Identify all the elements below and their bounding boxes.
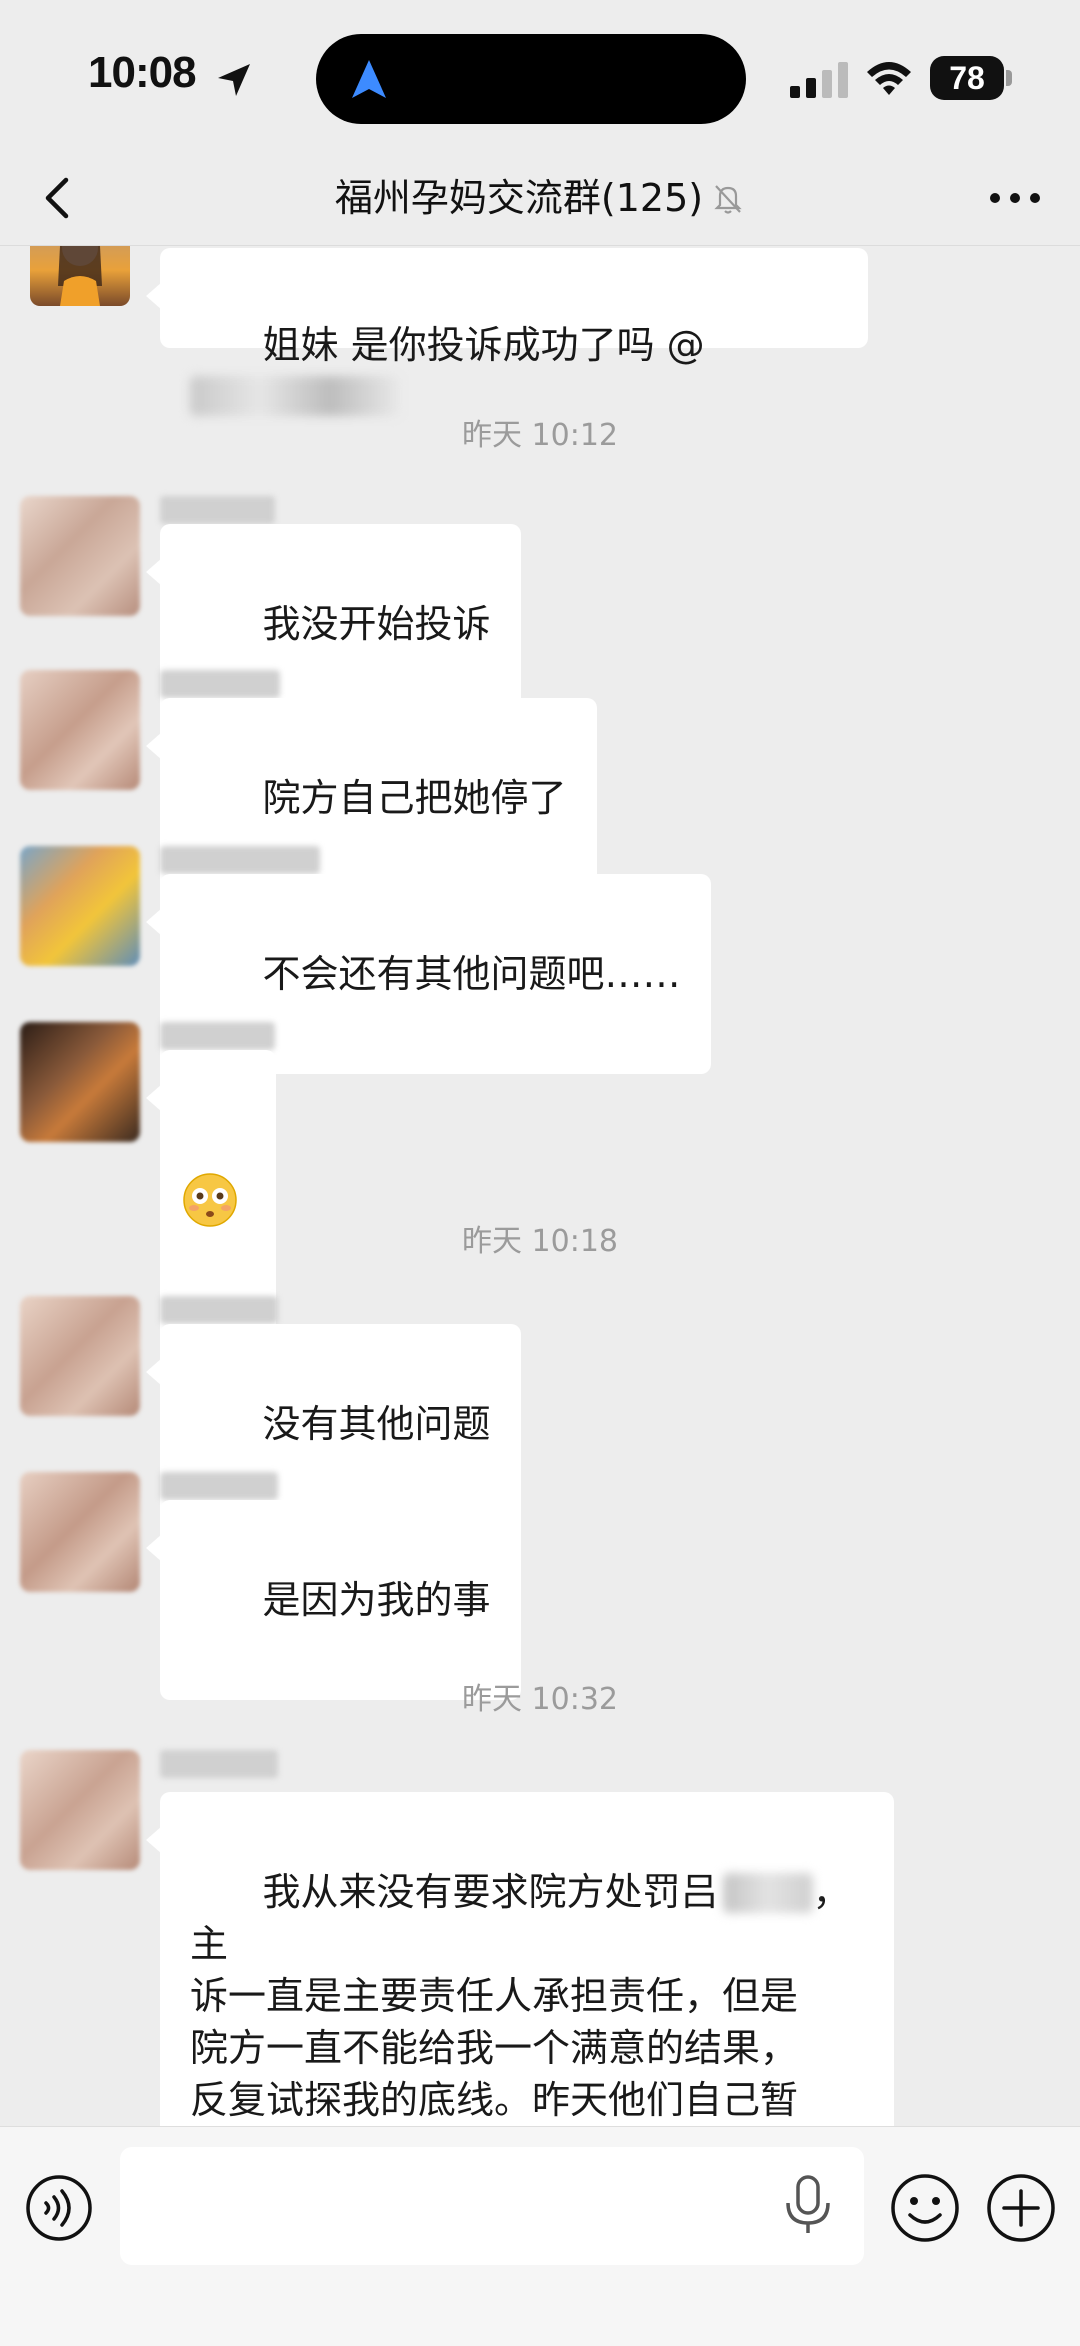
timestamp: 昨天 10:12 — [462, 418, 618, 453]
dynamic-island — [316, 34, 746, 124]
message-text: 院方自己把她停了 — [262, 776, 567, 820]
message-text-line1: 我从来没有要求院方处罚吕 — [262, 1870, 719, 1914]
timestamp: 昨天 10:18 — [462, 1224, 618, 1259]
message-text: 我没开始投诉 — [262, 602, 491, 646]
avatar[interactable] — [20, 846, 140, 966]
sender-name-redacted — [160, 846, 320, 874]
emoji-icon[interactable] — [888, 2171, 962, 2245]
sender-name-redacted — [160, 1022, 275, 1050]
sender-name-redacted — [160, 670, 280, 698]
avatar[interactable] — [20, 1750, 140, 1870]
timestamp: 昨天 10:32 — [462, 1682, 618, 1717]
avatar[interactable] — [30, 246, 130, 306]
sender-name-redacted — [160, 496, 275, 524]
plus-icon[interactable] — [984, 2171, 1058, 2245]
cartoon-avatar-icon — [58, 246, 102, 306]
cellular-signal-icon — [790, 62, 848, 98]
chat-header: 福州孕妈交流群(125) — [0, 150, 1080, 246]
sender-name-redacted — [160, 1472, 278, 1500]
input-bar — [0, 2126, 1080, 2346]
sender-name-redacted — [160, 1296, 278, 1324]
microphone-icon[interactable] — [780, 2173, 836, 2237]
battery-indicator: 78 — [930, 56, 1004, 100]
message-text: 姐妹 是你投诉成功了吗 @ — [262, 323, 705, 367]
avatar[interactable] — [20, 496, 140, 616]
message-list[interactable]: 姐妹 是你投诉成功了吗 @ 昨天 10:12 我没开始投诉 院方自己把她停了 不… — [0, 246, 1080, 2126]
voice-input-icon[interactable] — [24, 2173, 94, 2243]
battery-cap — [1006, 70, 1012, 86]
location-arrow-icon — [218, 64, 250, 96]
more-options-icon[interactable] — [980, 168, 1050, 228]
status-time: 10:08 — [88, 48, 197, 97]
message-bubble[interactable]: 是因为我的事 — [146, 1500, 521, 1700]
message-text: 不会还有其他问题吧…… — [262, 952, 681, 996]
avatar[interactable] — [20, 670, 140, 790]
avatar[interactable] — [20, 1022, 140, 1142]
message-input[interactable] — [120, 2147, 864, 2265]
sender-name-redacted — [160, 1750, 278, 1778]
avatar[interactable] — [20, 1296, 140, 1416]
message-text-rest: 诉一直是主要责任人承担责任，但是 院方一直不能给我一个满意的结果， 反复试探我的… — [190, 1974, 799, 2122]
redacted-name — [722, 1873, 813, 1913]
group-title-text: 福州孕妈交流群(125) — [334, 176, 704, 220]
wifi-icon — [867, 62, 911, 95]
navigation-arrow-icon — [352, 60, 386, 98]
message-text: 是因为我的事 — [262, 1578, 491, 1622]
message-bubble[interactable]: 我从来没有要求院方处罚吕， 主 诉一直是主要责任人承担责任，但是 院方一直不能给… — [146, 1792, 894, 2126]
message-text: 没有其他问题 — [262, 1402, 491, 1446]
mute-bell-icon — [714, 185, 742, 214]
status-bar: 10:08 78 — [0, 0, 1080, 150]
message-bubble[interactable]: 姐妹 是你投诉成功了吗 @ — [146, 248, 868, 416]
avatar[interactable] — [20, 1472, 140, 1592]
group-title: 福州孕妈交流群(125) — [0, 168, 1080, 228]
